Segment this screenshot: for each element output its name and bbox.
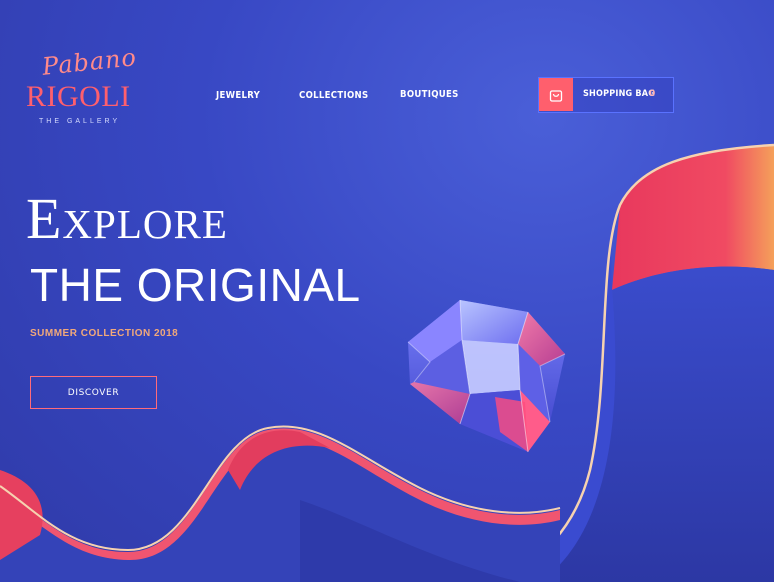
hero-subtitle: SUMMER COLLECTION 2018 xyxy=(30,328,179,339)
hero-title-line1: Explore xyxy=(26,186,228,251)
shopping-bag-label: SHOPPING BAG xyxy=(583,89,656,99)
hero-title-line2: THE ORIGINAL xyxy=(30,259,361,311)
nav-boutiques[interactable]: BOUTIQUES xyxy=(400,89,459,100)
nav-jewelry[interactable]: JEWELRY xyxy=(216,90,260,101)
shopping-bag-icon-box xyxy=(539,78,573,111)
landing-page: Pabano RIGOLI THE GALLERY JEWELRY COLLEC… xyxy=(0,0,774,582)
brand-logo[interactable]: Pabano RIGOLI THE GALLERY xyxy=(22,43,152,130)
discover-button[interactable]: DISCOVER xyxy=(30,376,157,409)
nav-collections[interactable]: COLLECTIONS xyxy=(299,90,368,101)
cart-count-badge: 0 xyxy=(649,89,656,99)
shopping-bag-icon xyxy=(549,89,563,102)
shopping-bag-button[interactable]: SHOPPING BAG 0 xyxy=(538,77,674,113)
brand-tagline: THE GALLERY xyxy=(39,118,121,125)
diamond-image xyxy=(407,299,566,453)
brand-script: Pabano xyxy=(40,43,139,81)
